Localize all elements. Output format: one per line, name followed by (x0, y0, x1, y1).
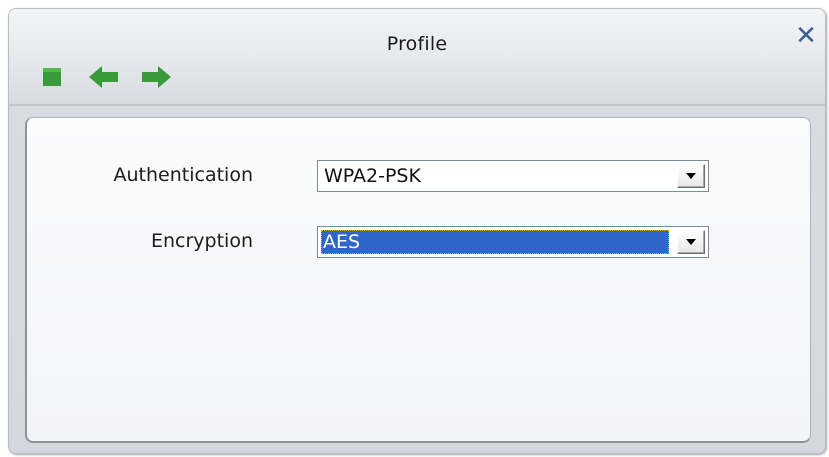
header-divider (9, 104, 825, 106)
encryption-dropdown-button[interactable] (677, 230, 705, 254)
profile-dialog: Profile ✕ Authentication WPA2-PSK Encryp… (8, 8, 826, 454)
close-icon: ✕ (795, 21, 817, 51)
settings-panel: Authentication WPA2-PSK Encryption AES (25, 117, 811, 443)
stop-icon (43, 68, 61, 86)
authentication-row: Authentication WPA2-PSK (27, 160, 810, 192)
stop-button[interactable] (37, 65, 67, 89)
encryption-value: AES (321, 230, 669, 254)
close-button[interactable]: ✕ (793, 23, 819, 49)
authentication-label: Authentication (113, 164, 253, 186)
encryption-select[interactable]: AES (317, 226, 709, 258)
authentication-value: WPA2-PSK (324, 165, 421, 187)
chevron-down-icon (686, 173, 696, 179)
chevron-down-icon (686, 239, 696, 245)
forward-arrow-icon (142, 66, 171, 88)
back-button[interactable] (89, 65, 119, 89)
authentication-select[interactable]: WPA2-PSK (317, 160, 709, 192)
encryption-label: Encryption (150, 230, 253, 252)
dialog-title: Profile (386, 33, 448, 55)
back-arrow-icon (89, 66, 118, 88)
encryption-row: Encryption AES (27, 226, 810, 258)
forward-button[interactable] (141, 65, 171, 89)
authentication-dropdown-button[interactable] (677, 164, 705, 188)
toolbar (37, 65, 193, 89)
